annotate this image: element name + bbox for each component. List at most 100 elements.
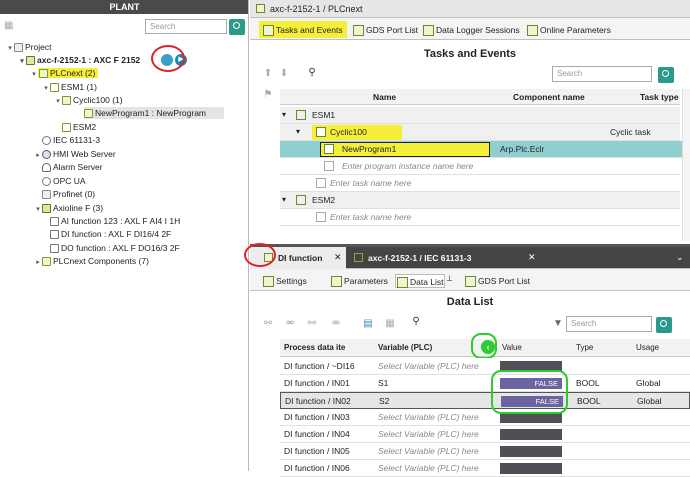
table-row[interactable]: DI function / ~DI16 Select Variable (PLC)… [280,358,690,375]
tree-item-cyclic100[interactable]: ▾ Cyclic100 (1) [54,94,123,106]
table-row[interactable]: Enter task name here [280,175,680,192]
variable-cell[interactable]: Select Variable (PLC) here [378,426,479,442]
pin-icon[interactable]: ⊥ [446,274,453,283]
variable-cell[interactable]: S2 [379,393,389,409]
variable-cell[interactable]: Select Variable (PLC) here [378,443,479,459]
column-filter-icon[interactable]: ▼ [552,318,564,330]
tab-parameters[interactable]: Parameters [330,274,388,288]
tree-item-alarm[interactable]: Alarm Server [42,161,103,173]
expand-icon[interactable]: ▸ [34,257,42,269]
unlink-icon[interactable]: ⚮ [284,318,296,330]
tasks-search-icon[interactable] [658,67,674,83]
link-icon[interactable]: ⚯ [262,318,274,330]
close-icon[interactable]: ✕ [528,252,536,263]
tree-item-axioline[interactable]: ▾ Axioline F (3) [34,202,103,214]
tree-item-esm2[interactable]: ESM2 [62,121,96,133]
variable-cell[interactable]: Select Variable (PLC) here [378,460,479,476]
variable-cell[interactable]: S1 [378,375,388,391]
collapse-icon[interactable]: ▾ [18,56,26,68]
col-type[interactable]: Type [576,339,593,357]
import-icon[interactable]: ▤ [362,318,374,330]
tree-item-project[interactable]: ▾ Project [6,41,51,53]
tree-item-hmi[interactable]: ▸ HMI Web Server [34,148,116,160]
table-row[interactable]: Enter program instance name here [280,158,680,175]
tree-item-iec[interactable]: IEC 61131-3 [42,134,100,146]
datalist-search-icon[interactable] [656,317,672,333]
table-row[interactable]: ▾ ESM2 [280,192,680,209]
value-cell [500,429,562,440]
table-row[interactable]: DI function / IN03 Select Variable (PLC) … [280,409,690,426]
table-row[interactable]: Enter task name here [280,209,680,226]
variable-cell[interactable]: Select Variable (PLC) here [378,409,479,425]
col-variable-plc[interactable]: Variable (PLC) [378,339,432,357]
tree-item-newprogram1[interactable]: NewProgram1 : NewProgram [84,107,224,119]
tab-settings[interactable]: Settings [262,274,307,288]
table-row[interactable]: DI function / IN02 S2 FALSE BOOL Global [280,392,690,409]
tree-item-profinet[interactable]: Profinet (0) [42,188,95,200]
tab-data-list[interactable]: Data List [395,274,445,288]
table-row[interactable]: DI function / IN06 Select Variable (PLC) … [280,460,690,477]
tree-item-opcua[interactable]: OPC UA [42,175,86,187]
collapse-icon[interactable]: ▾ [42,83,50,95]
col-process-data-item[interactable]: Process data ite [284,339,345,357]
plant-search-input[interactable]: Search [145,19,227,34]
search-icon[interactable]: ⚲ [306,67,318,79]
table-row[interactable]: ▾ ESM1 [280,107,680,124]
tab-gds-port-list-bottom[interactable]: GDS Port List [464,274,530,288]
collapse-icon[interactable]: ▾ [54,96,62,108]
datalist-search-input[interactable]: Search [566,316,652,332]
link-all-icon[interactable]: ⚯ [306,318,318,330]
tab-gds-port-list[interactable]: GDS Port List [352,23,418,37]
tree-item-ai-function[interactable]: AI function 123 : AXL F AI4 I 1H [50,215,180,227]
collapse-icon[interactable]: ▾ [34,204,42,216]
top-window-tabbar: axc-f-2152-1 / PLCnext [250,0,690,18]
expand-icon[interactable]: ▸ [34,150,42,162]
table-row[interactable]: DI function / IN05 Select Variable (PLC) … [280,443,690,460]
tab-online-parameters[interactable]: Online Parameters [526,23,611,37]
tab-tasks-and-events[interactable]: Tasks and Events [262,23,343,37]
tree-item-do-function[interactable]: DO function : AXL F DO16/3 2F [50,242,180,254]
unlink-all-icon[interactable]: ⚮ [330,318,342,330]
value-cell [500,463,562,474]
plant-search-icon[interactable] [229,19,245,35]
menu-icon[interactable]: ⌄ [676,252,684,263]
plant-tool-icon[interactable]: ▦ [4,20,16,32]
close-icon[interactable]: ✕ [334,252,342,263]
globe-icon [42,150,51,160]
tree-item-di-function[interactable]: DI function : AXL F DI16/4 2F [50,228,171,240]
table-row[interactable]: DI function / IN01 S1 FALSE BOOL Global [280,375,690,392]
col-task-type[interactable]: Task type [640,89,679,105]
tab-data-logger-sessions[interactable]: Data Logger Sessions [422,23,520,37]
collapse-icon[interactable]: ▾ [296,127,300,136]
tree-item-esm1[interactable]: ▾ ESM1 (1) [42,81,97,93]
annotation-circle-controller [151,45,185,72]
table-row-selected[interactable]: NewProgram1 Arp.Plc.Eclr [280,141,688,158]
tasks-search-input[interactable]: Search [552,66,652,82]
top-window-tab[interactable]: axc-f-2152-1 / PLCnext [270,4,363,14]
bottom-subtabs: Settings Parameters Data List ⊥ GDS Port… [250,269,690,291]
usage-cell: Global [636,378,661,388]
table-row[interactable]: ▾ Cyclic100 Cyclic task [280,124,680,141]
col-usage[interactable]: Usage [636,339,659,357]
col-value[interactable]: Value [502,339,522,357]
search-icon[interactable]: ⚲ [410,316,422,328]
data-list-title: Data List [446,296,494,308]
collapse-icon[interactable]: ▾ [30,69,38,81]
collapse-icon[interactable]: ▾ [6,43,14,55]
annotation-circle-tab [244,243,276,267]
filter-icon[interactable]: ⚑ [262,89,274,101]
scrollbar[interactable] [682,89,690,241]
col-component-name[interactable]: Component name [513,89,585,105]
col-name[interactable]: Name [373,89,396,105]
collapse-icon[interactable]: ▾ [282,195,286,204]
tree-item-controller[interactable]: ▾ axc-f-2152-1 : AXC F 2152 [18,54,140,66]
variable-cell[interactable]: Select Variable (PLC) here [378,358,479,374]
export-icon[interactable]: ▦ [384,318,396,330]
move-up-icon[interactable]: ⬆ [262,68,274,80]
move-down-icon[interactable]: ⬇ [278,68,290,80]
table-row[interactable]: DI function / IN04 Select Variable (PLC) … [280,426,690,443]
tree-item-plcnext[interactable]: ▾ PLCnext (2) [30,67,99,81]
tree-item-plcnext-components[interactable]: ▸ PLCnext Components (7) [34,255,149,267]
tab-iec[interactable]: axc-f-2152-1 / IEC 61131-3 ✕ [350,247,540,269]
collapse-icon[interactable]: ▾ [282,110,286,119]
